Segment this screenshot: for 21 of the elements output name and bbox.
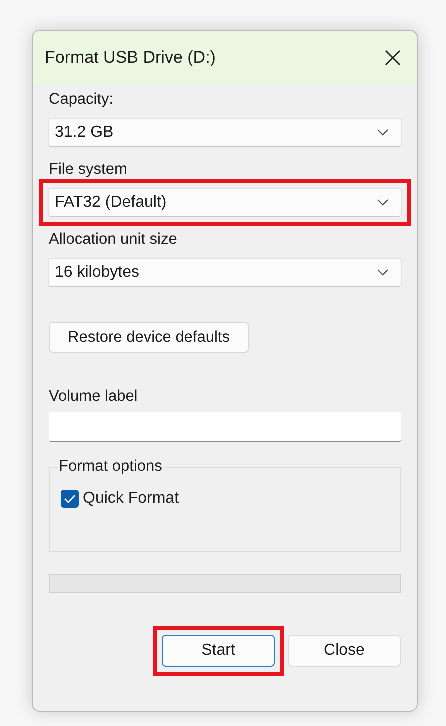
- field-label: File system: [49, 160, 128, 180]
- chevron-down-icon: [377, 129, 389, 136]
- dialog-button[interactable]: Close: [288, 635, 401, 667]
- close-icon: [385, 50, 401, 66]
- dropdown[interactable]: 16 kilobytes: [48, 258, 402, 287]
- dropdown[interactable]: 31.2 GB: [48, 118, 402, 147]
- chevron-down-icon: [377, 199, 389, 206]
- checkbox[interactable]: [61, 490, 79, 508]
- check-icon: [64, 494, 76, 504]
- dropdown[interactable]: FAT32 (Default): [48, 188, 402, 217]
- dialog-button[interactable]: Start: [162, 635, 275, 667]
- field-label: Allocation unit size: [49, 230, 178, 250]
- checkbox-label: Quick Format: [83, 490, 180, 508]
- window-title: Format USB Drive (D:): [45, 48, 216, 68]
- input-field[interactable]: [49, 412, 401, 442]
- close-button[interactable]: [383, 48, 403, 68]
- restore-defaults-button[interactable]: Restore device defaults: [49, 322, 249, 353]
- group-title: Format options: [58, 457, 164, 477]
- chevron-down-icon: [377, 269, 389, 276]
- field-label: Capacity:: [49, 90, 114, 110]
- field-label: Volume label: [49, 387, 138, 407]
